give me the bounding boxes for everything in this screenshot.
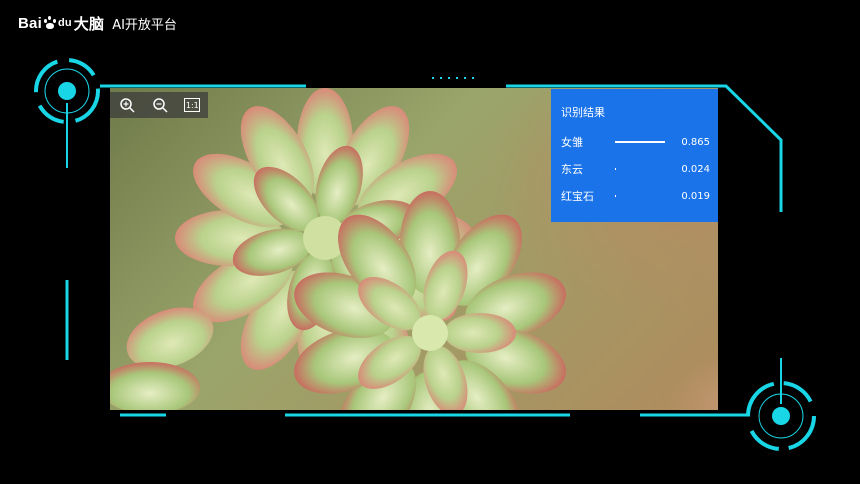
result-score: 0.865 <box>681 136 710 148</box>
target-top-left-icon <box>34 58 100 168</box>
score-bar-fill <box>615 141 666 143</box>
image-toolbar: 1:1 <box>110 92 208 118</box>
recognition-results-panel: 识别结果 女雏 0.865 东云 0.024 红宝石 0.019 <box>551 89 718 222</box>
result-name: 红宝石 <box>561 190 594 203</box>
zoom-out-icon <box>153 98 168 113</box>
actual-size-button[interactable]: 1:1 <box>184 98 201 112</box>
result-row: 女雏 0.865 <box>561 135 710 149</box>
score-bar-fill <box>615 168 617 170</box>
result-score: 0.019 <box>681 190 710 202</box>
result-row: 红宝石 0.019 <box>561 189 710 203</box>
score-bar-fill <box>615 195 617 197</box>
zoom-in-icon <box>119 98 135 113</box>
score-bar <box>615 195 673 197</box>
result-name: 东云 <box>561 163 583 176</box>
result-row: 东云 0.024 <box>561 162 710 176</box>
results-title: 识别结果 <box>561 106 605 119</box>
zoom-out-button[interactable] <box>151 96 169 114</box>
zoom-in-button[interactable] <box>118 96 136 114</box>
result-score: 0.024 <box>681 163 710 175</box>
result-name: 女雏 <box>561 136 583 149</box>
score-bar <box>615 168 673 170</box>
score-bar <box>615 141 673 143</box>
actual-size-label: 1:1 <box>185 100 199 110</box>
